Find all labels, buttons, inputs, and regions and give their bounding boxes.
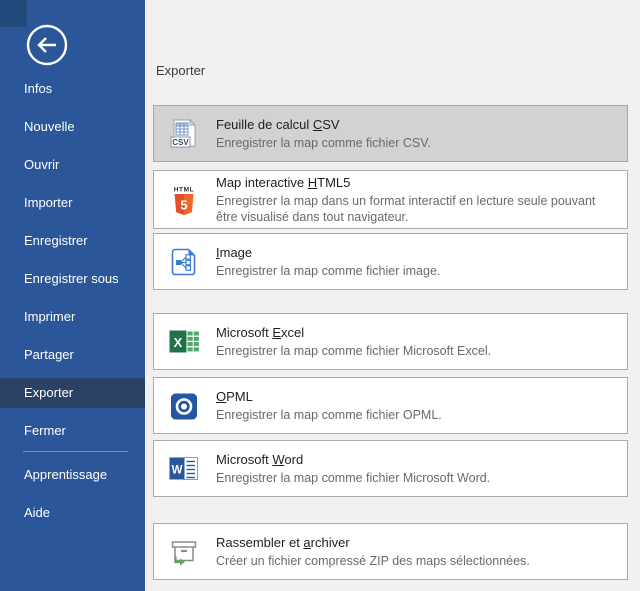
archive-box-icon	[168, 536, 200, 568]
sidebar-divider	[23, 451, 128, 452]
export-panel: Exporter CSV	[145, 0, 640, 591]
image-file-icon	[168, 246, 200, 278]
export-option-title: Microsoft Excel	[216, 324, 491, 341]
sidebar-item-aide[interactable]: Aide	[0, 498, 145, 528]
export-option-description: Enregistrer la map comme fichier Microso…	[216, 470, 490, 486]
sidebar-item-infos[interactable]: Infos	[0, 74, 145, 104]
export-option-html5[interactable]: HTML 5 Map interactive HTML5 Enregistrer…	[153, 170, 628, 229]
svg-text:CSV: CSV	[172, 138, 189, 147]
window-corner	[0, 0, 27, 27]
svg-text:HTML: HTML	[174, 186, 194, 193]
page-title: Exporter	[156, 63, 205, 78]
export-option-description: Enregistrer la map dans un format intera…	[216, 193, 617, 225]
export-option-description: Enregistrer la map comme fichier OPML.	[216, 407, 442, 423]
export-option-image[interactable]: Image Enregistrer la map comme fichier i…	[153, 233, 628, 290]
export-option-description: Enregistrer la map comme fichier Microso…	[216, 343, 491, 359]
export-option-title: Image	[216, 244, 440, 261]
export-option-description: Enregistrer la map comme fichier CSV.	[216, 135, 431, 151]
sidebar-item-enregistrer-sous[interactable]: Enregistrer sous	[0, 264, 145, 294]
sidebar-item-fermer[interactable]: Fermer	[0, 416, 145, 446]
export-option-word[interactable]: W Microsoft Word Enregistrer la map comm…	[153, 440, 628, 497]
svg-text:W: W	[172, 464, 183, 476]
export-option-archive[interactable]: Rassembler et archiver Créer un fichier …	[153, 523, 628, 580]
export-option-csv[interactable]: CSV Feuille de calcul CSV Enregistrer la…	[153, 105, 628, 162]
backstage-sidebar: Infos Nouvelle Ouvrir Importer Enregistr…	[0, 0, 145, 591]
sidebar-item-nouvelle[interactable]: Nouvelle	[0, 112, 145, 142]
export-option-excel[interactable]: X Microsoft Excel Enregistrer la map com…	[153, 313, 628, 370]
export-option-opml[interactable]: OPML Enregistrer la map comme fichier OP…	[153, 377, 628, 434]
backstage-view: Infos Nouvelle Ouvrir Importer Enregistr…	[0, 0, 640, 591]
sidebar-item-enregistrer[interactable]: Enregistrer	[0, 226, 145, 256]
opml-icon	[168, 390, 200, 422]
sidebar-item-exporter[interactable]: Exporter	[0, 378, 145, 408]
svg-text:5: 5	[180, 197, 187, 212]
export-option-title: Feuille de calcul CSV	[216, 116, 431, 133]
word-icon: W	[168, 453, 200, 485]
sidebar-item-importer[interactable]: Importer	[0, 188, 145, 218]
sidebar-item-ouvrir[interactable]: Ouvrir	[0, 150, 145, 180]
sidebar-item-imprimer[interactable]: Imprimer	[0, 302, 145, 332]
export-option-description: Créer un fichier compressé ZIP des maps …	[216, 553, 530, 569]
html5-icon: HTML 5	[168, 184, 200, 216]
csv-file-icon: CSV	[168, 118, 200, 150]
export-option-title: Microsoft Word	[216, 451, 490, 468]
excel-icon: X	[168, 326, 200, 358]
export-option-title: Rassembler et archiver	[216, 534, 530, 551]
export-option-description: Enregistrer la map comme fichier image.	[216, 263, 440, 279]
back-button[interactable]	[25, 23, 69, 67]
export-option-title: OPML	[216, 388, 442, 405]
sidebar-item-partager[interactable]: Partager	[0, 340, 145, 370]
export-option-title: Map interactive HTML5	[216, 174, 617, 191]
sidebar-item-apprentissage[interactable]: Apprentissage	[0, 460, 145, 490]
back-arrow-icon	[25, 23, 69, 67]
svg-text:X: X	[174, 335, 183, 350]
